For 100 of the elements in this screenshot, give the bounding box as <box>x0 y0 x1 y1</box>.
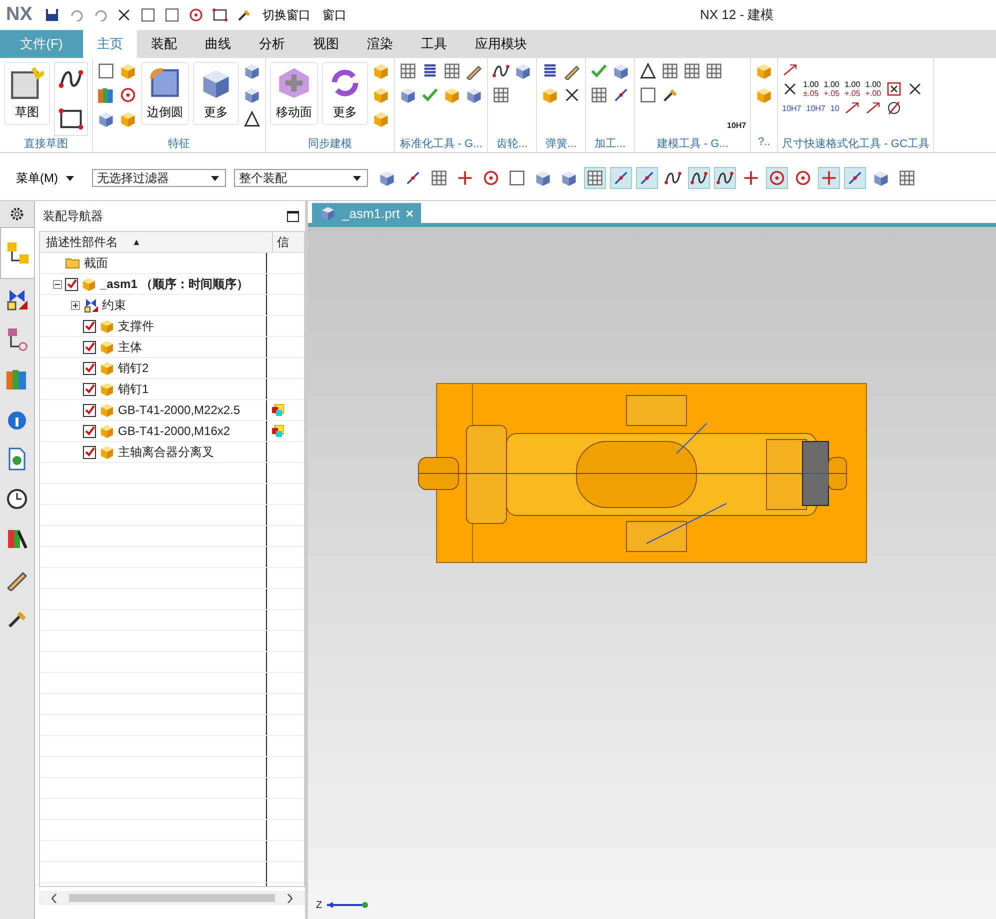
group-label[interactable]: 标准化工具 - G... <box>399 136 483 152</box>
x-icon[interactable] <box>116 7 132 23</box>
square-icon[interactable] <box>140 7 156 23</box>
tree-item-label[interactable]: 约束 <box>102 296 126 314</box>
x-icon[interactable] <box>563 86 581 104</box>
cube-icon[interactable] <box>372 110 390 128</box>
dimension-icon[interactable] <box>865 100 882 116</box>
ribbon-button[interactable]: 移动面 <box>270 62 318 125</box>
group-label[interactable]: ?.. <box>755 136 774 152</box>
checkmark-icon[interactable] <box>590 62 608 80</box>
box-icon[interactable] <box>97 110 115 128</box>
line-icon[interactable] <box>404 169 422 187</box>
checkbox[interactable] <box>65 278 78 290</box>
fit-button[interactable]: 10 <box>830 104 840 112</box>
box-icon[interactable] <box>872 169 890 187</box>
square-icon[interactable] <box>639 86 657 104</box>
tree-item-label[interactable]: GB-T41-2000,M22x2.5 <box>118 403 240 417</box>
line-icon[interactable] <box>638 169 656 187</box>
box-icon[interactable] <box>534 169 552 187</box>
tree-item-label[interactable]: 截面 <box>84 254 108 272</box>
boxed-x-icon[interactable] <box>886 81 902 97</box>
horizontal-scrollbar[interactable] <box>39 891 305 905</box>
curve-icon[interactable] <box>492 62 510 80</box>
group-label[interactable]: 加工... <box>590 136 630 152</box>
expand-toggle-icon[interactable] <box>71 300 80 310</box>
plus-icon[interactable] <box>742 169 760 187</box>
fit-button[interactable]: 10H7 <box>806 104 826 112</box>
window-menu-button[interactable]: 窗口 <box>320 6 348 24</box>
box-icon[interactable] <box>243 86 261 104</box>
column-header[interactable]: 信 <box>272 232 294 252</box>
circle-icon[interactable] <box>119 86 137 104</box>
box-icon[interactable] <box>514 62 532 80</box>
ribbon-tab[interactable]: 工具 <box>407 30 461 58</box>
cube-icon[interactable] <box>372 86 390 104</box>
rectangle-icon[interactable] <box>58 106 84 132</box>
ribbon-tab[interactable]: 分析 <box>245 30 299 58</box>
ribbon-tab[interactable]: 应用模块 <box>461 30 541 58</box>
square-icon[interactable] <box>97 62 115 80</box>
box-icon[interactable] <box>560 169 578 187</box>
curve-icon[interactable] <box>690 169 708 187</box>
dimension-icon[interactable] <box>782 62 798 78</box>
box-icon[interactable] <box>465 86 483 104</box>
circle-icon[interactable] <box>482 169 500 187</box>
group-label[interactable]: 直接草图 <box>4 136 88 152</box>
ribbon-tab[interactable]: 曲线 <box>191 30 245 58</box>
box-icon[interactable] <box>378 169 396 187</box>
ribbon-tab[interactable]: 渲染 <box>353 30 407 58</box>
dropdown-arrow-icon[interactable] <box>353 176 361 180</box>
grid-icon[interactable] <box>661 62 679 80</box>
group-label[interactable]: 建模工具 - G... <box>639 136 746 152</box>
group-label[interactable]: 特征 <box>97 136 261 152</box>
plus-icon[interactable] <box>820 169 838 187</box>
ribbon-tab[interactable]: 主页 <box>83 30 137 58</box>
grid-icon[interactable] <box>705 62 723 80</box>
tolerance-button[interactable]: 1.00 +.05 <box>824 80 840 98</box>
ribbon-button[interactable]: 更多 <box>193 62 239 125</box>
triangle-icon[interactable] <box>243 110 261 128</box>
box-icon[interactable] <box>243 62 261 80</box>
grid-icon[interactable] <box>898 169 916 187</box>
tree-item-label[interactable]: GB-T41-2000,M16x2 <box>118 424 230 438</box>
tree-item-label[interactable]: _asm1 （顺序：时间顺序） <box>100 276 249 292</box>
checkbox[interactable] <box>83 424 96 438</box>
box-icon[interactable] <box>612 62 630 80</box>
curve-icon[interactable] <box>716 169 734 187</box>
grid-icon[interactable] <box>443 62 461 80</box>
grid-icon[interactable] <box>590 86 608 104</box>
graphics-window[interactable]: Z <box>308 223 996 919</box>
switch-window-button[interactable]: 切换窗口 <box>260 6 312 24</box>
cube-icon[interactable] <box>443 86 461 104</box>
group-label[interactable]: 同步建模 <box>270 136 390 152</box>
grid-icon[interactable] <box>492 86 510 104</box>
checkbox[interactable] <box>83 446 96 458</box>
triangle-icon[interactable] <box>639 62 657 80</box>
fit-button[interactable]: 10H7 <box>782 104 802 112</box>
circle-icon[interactable] <box>188 7 204 23</box>
square-icon[interactable] <box>164 7 180 23</box>
rectangle-icon[interactable] <box>212 7 228 23</box>
tree-item-label[interactable]: 主体 <box>118 338 142 356</box>
cube-icon[interactable] <box>755 62 774 80</box>
checkbox[interactable] <box>83 320 96 332</box>
tree-item-label[interactable]: 支撑件 <box>118 318 154 334</box>
tolerance-button[interactable]: 1.00 +.00 <box>865 80 882 98</box>
tree-item-label[interactable]: 销钉1 <box>118 380 149 398</box>
brush-icon[interactable] <box>236 7 252 23</box>
cube-icon[interactable] <box>372 62 390 80</box>
column-header[interactable]: 描述性部件名 ▲ <box>40 232 272 252</box>
circle-icon[interactable] <box>768 169 786 187</box>
cube-icon[interactable] <box>119 110 137 128</box>
box-icon[interactable] <box>399 86 417 104</box>
save-icon[interactable] <box>44 7 60 23</box>
curve-icon[interactable] <box>664 169 682 187</box>
fit-label[interactable]: 10H7 <box>727 121 746 130</box>
grid-icon[interactable] <box>399 62 417 80</box>
circle-icon[interactable] <box>794 169 812 187</box>
diameter-icon[interactable] <box>886 100 902 116</box>
grid-icon[interactable] <box>586 169 604 187</box>
grid-icon[interactable] <box>683 62 701 80</box>
collapse-toggle-icon[interactable] <box>53 280 62 288</box>
tolerance-button[interactable]: 1.00 ±.05 <box>803 80 819 98</box>
ribbon-button[interactable]: 草图 <box>4 62 50 125</box>
